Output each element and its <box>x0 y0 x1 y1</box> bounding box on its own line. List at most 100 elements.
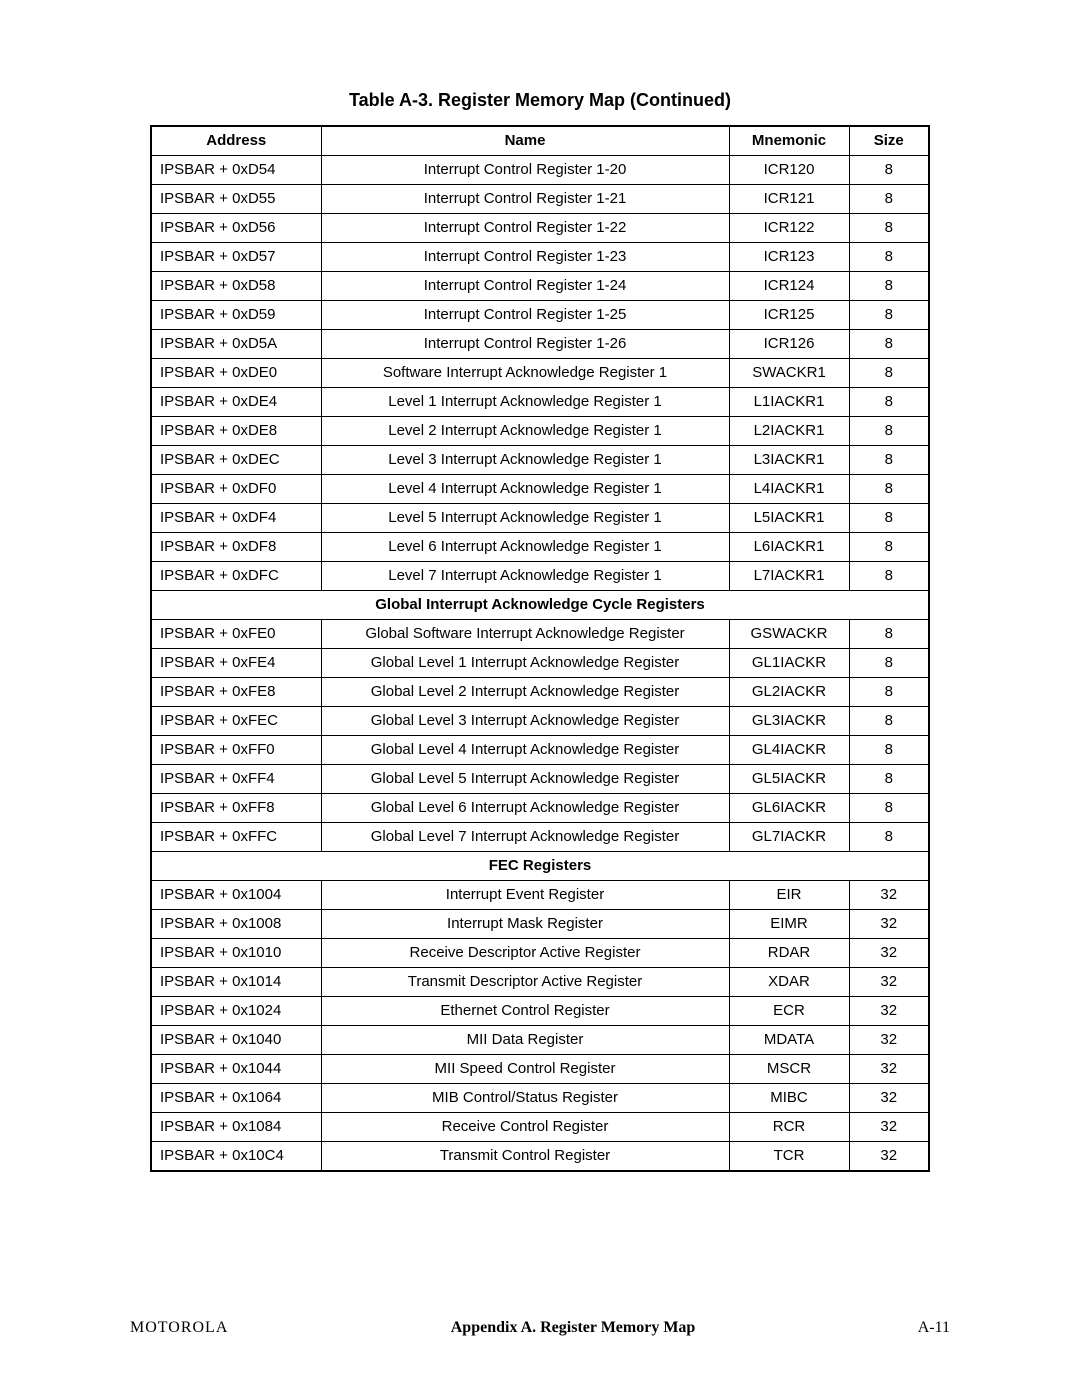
table-row: IPSBAR + 0xFE4Global Level 1 Interrupt A… <box>151 649 929 678</box>
cell-name: Transmit Control Register <box>321 1142 729 1172</box>
cell-address: IPSBAR + 0x1024 <box>151 997 321 1026</box>
cell-mnemonic: RDAR <box>729 939 849 968</box>
cell-address: IPSBAR + 0xFF0 <box>151 736 321 765</box>
cell-mnemonic: ICR125 <box>729 301 849 330</box>
cell-name: Level 1 Interrupt Acknowledge Register 1 <box>321 388 729 417</box>
cell-name: Global Level 1 Interrupt Acknowledge Reg… <box>321 649 729 678</box>
cell-address: IPSBAR + 0xD59 <box>151 301 321 330</box>
cell-name: Receive Descriptor Active Register <box>321 939 729 968</box>
table-header-row: Address Name Mnemonic Size <box>151 126 929 156</box>
cell-mnemonic: MSCR <box>729 1055 849 1084</box>
page: Table A-3. Register Memory Map (Continue… <box>0 0 1080 1397</box>
cell-name: Global Level 4 Interrupt Acknowledge Reg… <box>321 736 729 765</box>
cell-mnemonic: GL1IACKR <box>729 649 849 678</box>
cell-address: IPSBAR + 0xD5A <box>151 330 321 359</box>
cell-mnemonic: MIBC <box>729 1084 849 1113</box>
cell-size: 8 <box>849 707 929 736</box>
cell-mnemonic: L4IACKR1 <box>729 475 849 504</box>
cell-address: IPSBAR + 0xDE4 <box>151 388 321 417</box>
col-header-mnemonic: Mnemonic <box>729 126 849 156</box>
table-row: IPSBAR + 0xD58Interrupt Control Register… <box>151 272 929 301</box>
table-row: IPSBAR + 0xD55Interrupt Control Register… <box>151 185 929 214</box>
cell-address: IPSBAR + 0x1004 <box>151 881 321 910</box>
cell-name: Global Software Interrupt Acknowledge Re… <box>321 620 729 649</box>
cell-size: 8 <box>849 272 929 301</box>
cell-mnemonic: GL3IACKR <box>729 707 849 736</box>
cell-name: Interrupt Mask Register <box>321 910 729 939</box>
cell-mnemonic: TCR <box>729 1142 849 1172</box>
cell-name: Global Level 6 Interrupt Acknowledge Reg… <box>321 794 729 823</box>
cell-size: 8 <box>849 156 929 185</box>
cell-size: 8 <box>849 330 929 359</box>
table-row: IPSBAR + 0x10C4Transmit Control Register… <box>151 1142 929 1172</box>
cell-mnemonic: RCR <box>729 1113 849 1142</box>
cell-mnemonic: EIR <box>729 881 849 910</box>
cell-address: IPSBAR + 0xDFC <box>151 562 321 591</box>
table-row: IPSBAR + 0xD5AInterrupt Control Register… <box>151 330 929 359</box>
cell-name: Receive Control Register <box>321 1113 729 1142</box>
cell-size: 32 <box>849 968 929 997</box>
table-row: IPSBAR + 0x1084Receive Control RegisterR… <box>151 1113 929 1142</box>
table-row: IPSBAR + 0xDE8Level 2 Interrupt Acknowle… <box>151 417 929 446</box>
cell-size: 8 <box>849 649 929 678</box>
table-row: IPSBAR + 0x1004Interrupt Event RegisterE… <box>151 881 929 910</box>
cell-size: 8 <box>849 214 929 243</box>
cell-address: IPSBAR + 0x10C4 <box>151 1142 321 1172</box>
table-row: IPSBAR + 0xD56Interrupt Control Register… <box>151 214 929 243</box>
cell-name: Interrupt Control Register 1-24 <box>321 272 729 301</box>
table-row: IPSBAR + 0x1010Receive Descriptor Active… <box>151 939 929 968</box>
table-row: IPSBAR + 0xDFCLevel 7 Interrupt Acknowle… <box>151 562 929 591</box>
cell-size: 8 <box>849 562 929 591</box>
cell-name: Global Level 7 Interrupt Acknowledge Reg… <box>321 823 729 852</box>
register-memory-map-table: Address Name Mnemonic Size IPSBAR + 0xD5… <box>150 125 930 1172</box>
cell-mnemonic: GL7IACKR <box>729 823 849 852</box>
cell-mnemonic: L5IACKR1 <box>729 504 849 533</box>
table-row: IPSBAR + 0xDF8Level 6 Interrupt Acknowle… <box>151 533 929 562</box>
cell-name: Interrupt Control Register 1-25 <box>321 301 729 330</box>
cell-name: Global Level 2 Interrupt Acknowledge Reg… <box>321 678 729 707</box>
cell-name: Interrupt Control Register 1-20 <box>321 156 729 185</box>
col-header-name: Name <box>321 126 729 156</box>
cell-name: Software Interrupt Acknowledge Register … <box>321 359 729 388</box>
cell-size: 8 <box>849 794 929 823</box>
section-label: FEC Registers <box>151 852 929 881</box>
table-row: IPSBAR + 0x1024Ethernet Control Register… <box>151 997 929 1026</box>
cell-size: 8 <box>849 446 929 475</box>
cell-address: IPSBAR + 0x1008 <box>151 910 321 939</box>
cell-size: 32 <box>849 1142 929 1172</box>
table-row: IPSBAR + 0x1008Interrupt Mask RegisterEI… <box>151 910 929 939</box>
cell-mnemonic: ICR124 <box>729 272 849 301</box>
cell-mnemonic: GL2IACKR <box>729 678 849 707</box>
cell-size: 8 <box>849 533 929 562</box>
table-row: IPSBAR + 0xDE4Level 1 Interrupt Acknowle… <box>151 388 929 417</box>
table-row: IPSBAR + 0x1044MII Speed Control Registe… <box>151 1055 929 1084</box>
cell-address: IPSBAR + 0xD58 <box>151 272 321 301</box>
table-row: IPSBAR + 0x1040MII Data RegisterMDATA32 <box>151 1026 929 1055</box>
cell-mnemonic: ICR121 <box>729 185 849 214</box>
cell-size: 8 <box>849 475 929 504</box>
cell-address: IPSBAR + 0xDF4 <box>151 504 321 533</box>
cell-mnemonic: ICR126 <box>729 330 849 359</box>
cell-size: 8 <box>849 620 929 649</box>
table-row: IPSBAR + 0xFF4Global Level 5 Interrupt A… <box>151 765 929 794</box>
cell-size: 32 <box>849 1026 929 1055</box>
cell-address: IPSBAR + 0x1040 <box>151 1026 321 1055</box>
cell-size: 32 <box>849 1113 929 1142</box>
cell-size: 8 <box>849 185 929 214</box>
table-row: IPSBAR + 0xDF0Level 4 Interrupt Acknowle… <box>151 475 929 504</box>
cell-address: IPSBAR + 0x1084 <box>151 1113 321 1142</box>
cell-name: Global Level 3 Interrupt Acknowledge Reg… <box>321 707 729 736</box>
cell-mnemonic: GL6IACKR <box>729 794 849 823</box>
cell-name: MII Data Register <box>321 1026 729 1055</box>
cell-size: 8 <box>849 765 929 794</box>
table-row: IPSBAR + 0xFFCGlobal Level 7 Interrupt A… <box>151 823 929 852</box>
cell-address: IPSBAR + 0xDE0 <box>151 359 321 388</box>
cell-size: 8 <box>849 823 929 852</box>
cell-address: IPSBAR + 0x1010 <box>151 939 321 968</box>
cell-mnemonic: L1IACKR1 <box>729 388 849 417</box>
footer-brand: MOTOROLA <box>130 1319 228 1337</box>
cell-mnemonic: ICR120 <box>729 156 849 185</box>
cell-name: Global Level 5 Interrupt Acknowledge Reg… <box>321 765 729 794</box>
cell-mnemonic: ECR <box>729 997 849 1026</box>
cell-size: 8 <box>849 243 929 272</box>
